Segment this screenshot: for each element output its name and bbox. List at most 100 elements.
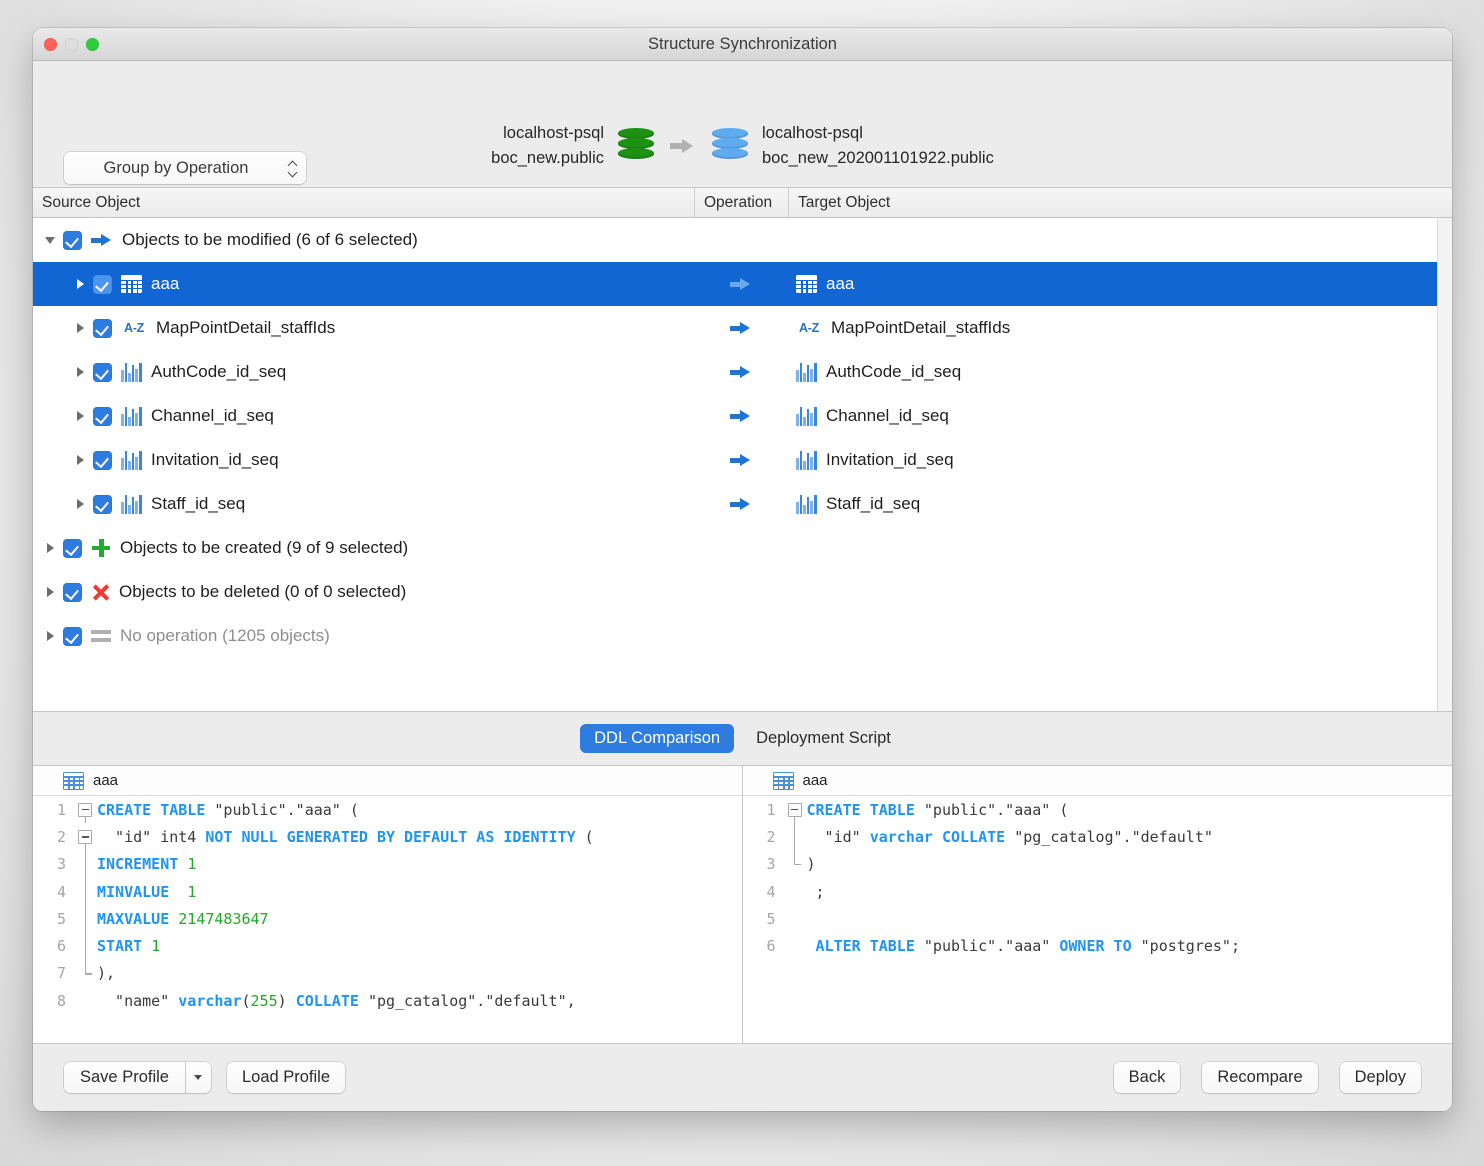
disclosure-triangle-open-icon[interactable] [43, 232, 59, 248]
code-text: ALTER TABLE "public"."aaa" OWNER TO "pos… [806, 937, 1240, 956]
sequence-icon [796, 362, 817, 382]
comparison-tree[interactable]: Objects to be modified (6 of 6 selected)… [33, 218, 1452, 712]
tree-row[interactable]: A-Z MapPointDetail_staffIds A-Z MapPointDet… [33, 306, 1452, 350]
ddl-target-code[interactable]: 1 CREATE TABLE "public"."aaa" ( 2 "id" var… [742, 796, 1453, 1043]
disclosure-triangle-closed-icon[interactable] [73, 496, 89, 512]
code-line: 5 MAXVALUE 2147483647 [33, 905, 742, 933]
sync-direction-summary: localhost-psql boc_new.public localhost-… [33, 121, 1452, 171]
tree-row-target-label: aaa [826, 274, 855, 293]
tree-row[interactable]: aaa aaa [33, 262, 1452, 306]
tree-row-label: aaa [151, 274, 180, 293]
row-checkbox[interactable] [63, 626, 82, 646]
tree-row[interactable]: Objects to be deleted (0 of 0 selected) [33, 570, 1452, 614]
code-fold-marker[interactable] [75, 796, 97, 824]
az-index-icon: A-Z [799, 321, 819, 335]
tree-row[interactable]: Staff_id_seq Staff_id_seq [33, 482, 1452, 526]
row-checkbox[interactable] [93, 274, 112, 294]
tree-row[interactable]: Channel_id_seq Channel_id_seq [33, 394, 1452, 438]
tree-row-label: No operation (1205 objects) [120, 626, 330, 645]
tree-row-operation-cell [694, 570, 788, 614]
column-header-operation[interactable]: Operation [694, 188, 788, 217]
line-number: 5 [766, 909, 776, 928]
tree-row[interactable]: Invitation_id_seq Invitation_id_seq [33, 438, 1452, 482]
line-number: 3 [766, 855, 776, 874]
disclosure-triangle-closed-icon[interactable] [73, 408, 89, 424]
row-checkbox[interactable] [93, 362, 112, 382]
disclosure-triangle-closed-icon[interactable] [73, 364, 89, 380]
equals-gray-icon [91, 629, 111, 643]
column-header-source[interactable]: Source Object [33, 188, 694, 217]
right-arrow-icon [670, 137, 696, 155]
code-text: CREATE TABLE "public"."aaa" ( [806, 800, 1069, 819]
line-number: 1 [766, 800, 776, 819]
disclosure-triangle-closed-icon[interactable] [73, 452, 89, 468]
window-titlebar: Structure Synchronization [33, 28, 1452, 61]
disclosure-triangle-closed-icon[interactable] [73, 320, 89, 336]
table-icon [796, 275, 817, 293]
code-line: 1 CREATE TABLE "public"."aaa" ( [743, 796, 1453, 824]
save-profile-button[interactable]: Save Profile [64, 1062, 185, 1093]
tree-row-target-label: AuthCode_id_seq [826, 362, 962, 381]
recompare-button[interactable]: Recompare [1202, 1062, 1318, 1093]
tree-row-operation-cell [694, 526, 788, 570]
structure-synchronization-window: Structure Synchronization Group by Opera… [33, 28, 1452, 1111]
tree-row[interactable]: Objects to be modified (6 of 6 selected) [33, 218, 1452, 262]
tree-row[interactable]: Objects to be created (9 of 9 selected) [33, 526, 1452, 570]
row-checkbox[interactable] [63, 582, 82, 602]
detail-tab-bar[interactable]: DDL Comparison Deployment Script [33, 712, 1452, 765]
code-fold-marker [75, 932, 97, 960]
deploy-button[interactable]: Deploy [1339, 1062, 1421, 1093]
sequence-icon [121, 406, 142, 426]
table-icon [63, 771, 84, 790]
tree-row-target-label: MapPointDetail_staffIds [831, 318, 1011, 337]
tree-row-target-cell: AuthCode_id_seq [788, 350, 1452, 394]
row-checkbox[interactable] [63, 230, 82, 250]
code-fold-marker [785, 878, 807, 905]
disclosure-triangle-closed-icon[interactable] [43, 584, 59, 600]
code-text: ) [806, 855, 816, 874]
tree-row-label: MapPointDetail_staffIds [156, 318, 336, 337]
disclosure-triangle-closed-icon[interactable] [43, 540, 59, 556]
code-line: 2 "id" varchar COLLATE "pg_catalog"."def… [743, 823, 1453, 851]
save-profile-menu-button[interactable] [184, 1062, 211, 1093]
tree-row-target-label: Staff_id_seq [826, 494, 921, 513]
column-header-target[interactable]: Target Object [788, 188, 1452, 217]
save-profile-split-button[interactable]: Save Profile [64, 1062, 211, 1093]
tree-row-source-cell: Objects to be modified (6 of 6 selected) [33, 218, 694, 262]
load-profile-button[interactable]: Load Profile [226, 1062, 346, 1093]
tree-row[interactable]: AuthCode_id_seq AuthCode_id_seq [33, 350, 1452, 394]
tree-row-target-cell [788, 218, 1452, 262]
row-checkbox[interactable] [93, 406, 112, 426]
disclosure-triangle-closed-icon[interactable] [43, 628, 59, 644]
code-fold-marker [785, 932, 807, 959]
target-schema-name: boc_new_202001101922.public [762, 149, 994, 167]
code-text: INCREMENT 1 [97, 855, 197, 874]
tree-vertical-scrollbar[interactable] [1437, 218, 1452, 711]
line-number: 7 [56, 964, 66, 983]
code-fold-marker [785, 823, 807, 851]
row-checkbox[interactable] [63, 538, 82, 558]
sequence-icon [121, 450, 142, 470]
back-button[interactable]: Back [1113, 1062, 1181, 1093]
code-fold-marker [75, 877, 97, 906]
tree-row-source-cell: AuthCode_id_seq [33, 350, 694, 394]
code-line: 5 [743, 905, 1453, 932]
arrow-right-blue-icon [91, 232, 113, 249]
code-fold-marker[interactable] [785, 796, 807, 824]
row-checkbox[interactable] [93, 318, 112, 338]
ddl-pane-target: aaa 1 CREATE TABLE "public"."aaa" (2 "id"… [742, 766, 1453, 1043]
ddl-source-code[interactable]: 1 CREATE TABLE "public"."aaa" (2 "id" int… [33, 796, 742, 1043]
tree-row-source-cell: No operation (1205 objects) [33, 614, 694, 658]
disclosure-triangle-closed-icon[interactable] [73, 276, 89, 292]
row-checkbox[interactable] [93, 450, 112, 470]
code-text: CREATE TABLE "public"."aaa" ( [97, 800, 359, 819]
tab-deployment-script[interactable]: Deployment Script [742, 724, 905, 753]
arrow-right-blue-icon [730, 364, 752, 381]
arrow-right-blue-icon [730, 496, 752, 513]
row-checkbox[interactable] [93, 494, 112, 514]
code-line: 6 START 1 [33, 932, 742, 960]
tree-row[interactable]: No operation (1205 objects) [33, 614, 1452, 658]
tab-ddl-comparison[interactable]: DDL Comparison [580, 724, 735, 753]
code-fold-marker[interactable] [75, 823, 97, 851]
code-text: "id" varchar COLLATE "pg_catalog"."defau… [806, 827, 1213, 846]
